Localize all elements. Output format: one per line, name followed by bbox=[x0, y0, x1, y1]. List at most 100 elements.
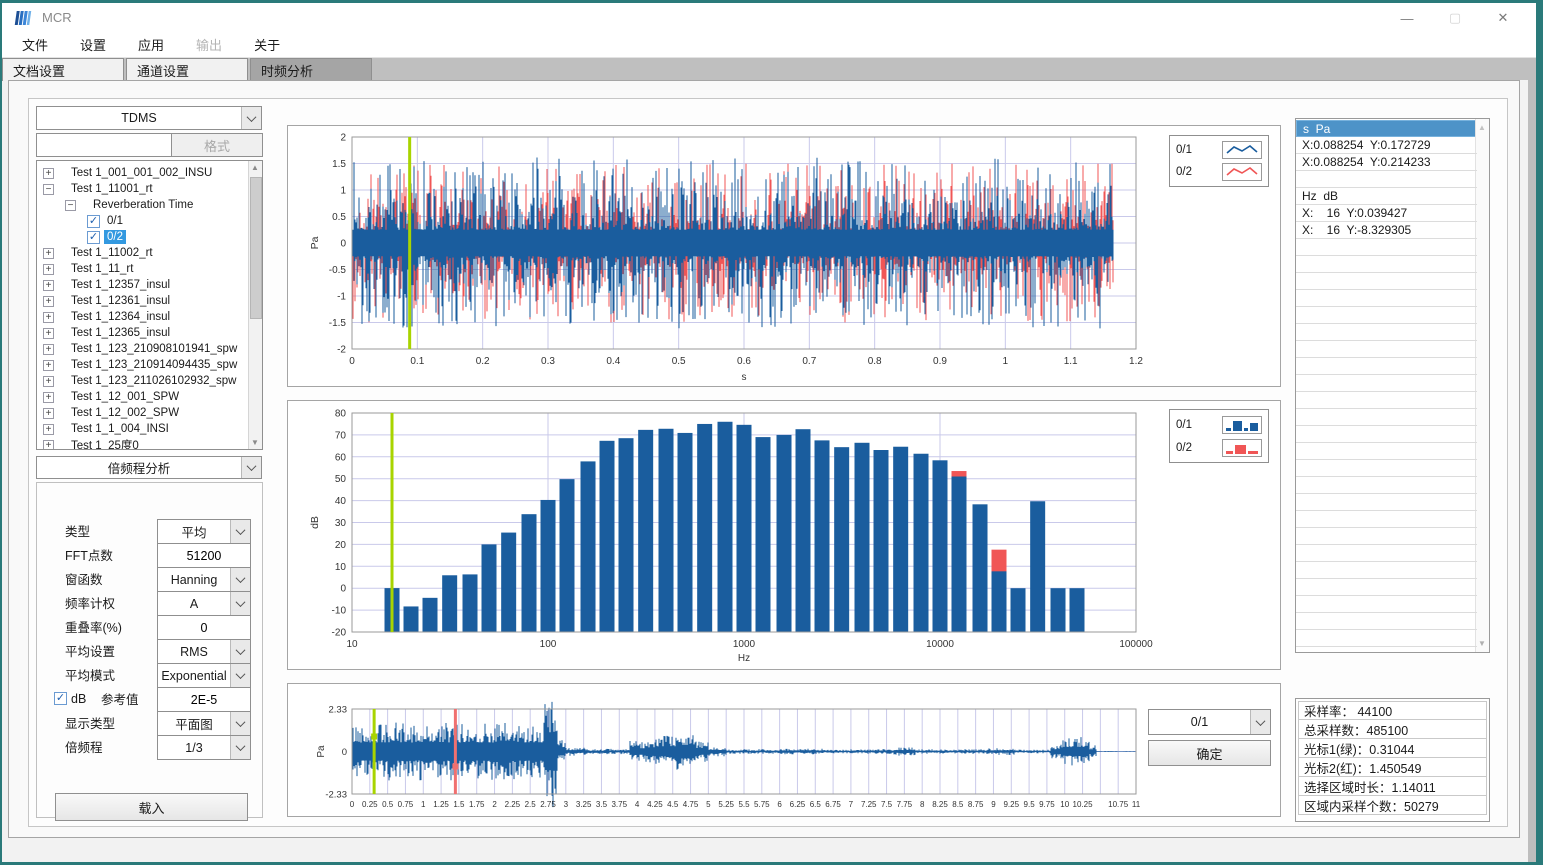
tree-row[interactable]: +Test 1_11002_rt bbox=[43, 245, 156, 261]
readout-row[interactable] bbox=[1296, 324, 1477, 341]
load-button[interactable]: 载入 bbox=[55, 793, 248, 821]
expand-plus-icon[interactable]: + bbox=[43, 360, 54, 371]
tree-label[interactable]: Test 1_12365_insul bbox=[68, 326, 173, 340]
tree-label[interactable]: Test 1_12_002_SPW bbox=[68, 406, 182, 420]
readout-row[interactable] bbox=[1296, 545, 1477, 562]
expand-plus-icon[interactable]: + bbox=[43, 376, 54, 387]
tree-label[interactable]: Test 1_12364_insul bbox=[68, 310, 173, 324]
chevron-down-icon[interactable] bbox=[230, 712, 250, 735]
tab-inactive[interactable]: 通道设置 bbox=[126, 58, 248, 81]
readout-row[interactable] bbox=[1296, 426, 1477, 443]
tree-scrollbar-thumb[interactable] bbox=[250, 177, 262, 319]
tree-label[interactable]: 0/1 bbox=[104, 214, 126, 228]
close-button[interactable]: ✕ bbox=[1488, 7, 1518, 29]
cursor-readout-list[interactable]: s Pa ▲ ▼ X:0.088254 Y:0.172729X:0.088254… bbox=[1295, 118, 1490, 653]
tree-scrollbar[interactable]: ▲ ▼ bbox=[248, 161, 262, 449]
collapse-minus-icon[interactable]: − bbox=[43, 184, 54, 195]
chevron-down-icon[interactable] bbox=[230, 664, 250, 687]
readout-row[interactable] bbox=[1296, 443, 1477, 460]
tree-row[interactable]: +Test 1_12357_insul bbox=[43, 277, 173, 293]
tree-label[interactable]: Test 1_11002_rt bbox=[68, 246, 156, 260]
readout-row[interactable] bbox=[1296, 392, 1477, 409]
menu-item[interactable]: 关于 bbox=[248, 33, 286, 56]
form-input[interactable] bbox=[157, 615, 251, 640]
tree-label[interactable]: Test 1_123_211026102932_spw bbox=[68, 374, 239, 388]
tree-row[interactable]: ✓0/1 bbox=[87, 213, 126, 229]
readout-row[interactable]: X: 16 Y:0.039427 bbox=[1296, 205, 1477, 222]
scroll-up-icon[interactable]: ▲ bbox=[1476, 123, 1488, 132]
expand-plus-icon[interactable]: + bbox=[43, 296, 54, 307]
chevron-down-icon[interactable] bbox=[241, 457, 261, 478]
format-button[interactable]: 格式 bbox=[171, 133, 263, 157]
tree-label[interactable]: Test 1_1_004_INSI bbox=[68, 422, 172, 436]
menu-item[interactable]: 输出 bbox=[190, 33, 228, 56]
chevron-down-icon[interactable] bbox=[230, 592, 250, 615]
tree-row[interactable]: + Test 1_123_211026102932_spw bbox=[43, 373, 239, 389]
readout-row[interactable] bbox=[1296, 341, 1477, 358]
tree-row[interactable]: + Test 1_12361_insul bbox=[43, 293, 173, 309]
readout-row[interactable] bbox=[1296, 528, 1477, 545]
tree-row[interactable]: + Test 1_1_004_INSI bbox=[43, 421, 172, 437]
tree-label[interactable]: Reverberation Time bbox=[90, 198, 196, 212]
tree-row[interactable]: +Test 1_11_rt bbox=[43, 261, 136, 277]
readout-row[interactable] bbox=[1296, 596, 1477, 613]
maximize-button[interactable]: ▢ bbox=[1440, 7, 1470, 29]
form-combo[interactable]: 平均 bbox=[157, 519, 251, 544]
expand-plus-icon[interactable]: + bbox=[43, 280, 54, 291]
expand-plus-icon[interactable]: + bbox=[43, 312, 54, 323]
tree-row[interactable]: − Reverberation Time bbox=[65, 197, 196, 213]
expand-plus-icon[interactable]: + bbox=[43, 168, 54, 179]
tree-row[interactable]: + Test 1_12364_insul bbox=[43, 309, 173, 325]
selected-waveform-chart[interactable]: 21.510.50-0.5-1-1.5-200.10.20.30.40.50.6… bbox=[288, 126, 1282, 388]
chevron-down-icon[interactable] bbox=[241, 107, 261, 129]
third-octave-spectrum-chart[interactable]: 80706050403020100-10-2010100100010000100… bbox=[288, 401, 1282, 671]
readout-row[interactable] bbox=[1296, 579, 1477, 596]
readout-row[interactable]: Hz dB bbox=[1296, 188, 1477, 205]
tree-label[interactable]: Test 1_123_210914094435_spw bbox=[68, 358, 240, 372]
readout-row[interactable] bbox=[1296, 511, 1477, 528]
expand-plus-icon[interactable]: + bbox=[43, 392, 54, 403]
readout-row[interactable] bbox=[1296, 256, 1477, 273]
tree-label[interactable]: Test 1_12_001_SPW bbox=[68, 390, 182, 404]
analysis-type-combo[interactable]: 倍频程分析 bbox=[36, 456, 262, 479]
confirm-button[interactable]: 确定 bbox=[1148, 740, 1271, 766]
form-combo[interactable]: 1/3 bbox=[157, 735, 251, 760]
file-tree[interactable]: ▲ ▼ + Test 1_001_001_002_INSU − Test 1_1100… bbox=[36, 160, 263, 450]
tree-label[interactable]: Test 1_12361_insul bbox=[68, 294, 173, 308]
minimize-button[interactable]: — bbox=[1392, 7, 1422, 29]
tree-row[interactable]: +Test 1_123_210908101941_spw bbox=[43, 341, 240, 357]
form-combo[interactable]: A bbox=[157, 591, 251, 616]
chevron-down-icon[interactable] bbox=[230, 568, 250, 591]
tree-row[interactable]: +Test 1_25度0 bbox=[43, 437, 142, 450]
readout-row[interactable]: X: 16 Y:-8.329305 bbox=[1296, 222, 1477, 239]
expand-plus-icon[interactable]: + bbox=[43, 424, 54, 435]
readout-row[interactable] bbox=[1296, 273, 1477, 290]
scroll-down-icon[interactable]: ▼ bbox=[1476, 639, 1488, 648]
chevron-down-icon[interactable] bbox=[1250, 710, 1270, 734]
expand-plus-icon[interactable]: + bbox=[43, 264, 54, 275]
db-checkbox[interactable]: ✓ bbox=[54, 692, 67, 705]
form-input[interactable] bbox=[157, 543, 251, 568]
tab-active[interactable]: 时频分析 bbox=[250, 58, 372, 81]
form-input[interactable] bbox=[157, 687, 251, 712]
readout-scrollbar[interactable]: ▲ ▼ bbox=[1475, 119, 1489, 652]
scroll-down-icon[interactable]: ▼ bbox=[249, 438, 261, 447]
full-record-waveform-chart[interactable]: 2.330-2.3300.250.50.7511.251.51.7522.252… bbox=[288, 684, 1282, 818]
readout-row[interactable] bbox=[1296, 307, 1477, 324]
tree-row[interactable]: + Test 1_123_210914094435_spw bbox=[43, 357, 240, 373]
tree-row[interactable]: +Test 1_12365_insul bbox=[43, 325, 173, 341]
file-format-combo[interactable]: TDMS bbox=[36, 106, 262, 130]
tree-label[interactable]: Test 1_123_210908101941_spw bbox=[68, 342, 240, 356]
tree-label[interactable]: Test 1_001_001_002_INSU bbox=[68, 166, 215, 180]
form-combo[interactable]: Exponential bbox=[157, 663, 251, 688]
collapse-minus-icon[interactable]: − bbox=[65, 200, 76, 211]
tree-row[interactable]: + Test 1_001_001_002_INSU bbox=[43, 165, 215, 181]
expand-plus-icon[interactable]: + bbox=[43, 440, 54, 451]
readout-row[interactable]: X:0.088254 Y:0.172729 bbox=[1296, 137, 1477, 154]
checkbox[interactable]: ✓ bbox=[87, 231, 100, 244]
scroll-up-icon[interactable]: ▲ bbox=[249, 163, 261, 172]
tree-row[interactable]: + Test 1_12_001_SPW bbox=[43, 389, 182, 405]
chevron-down-icon[interactable] bbox=[230, 736, 250, 759]
channel-combo[interactable]: 0/1 bbox=[1148, 709, 1271, 735]
readout-row[interactable] bbox=[1296, 239, 1477, 256]
